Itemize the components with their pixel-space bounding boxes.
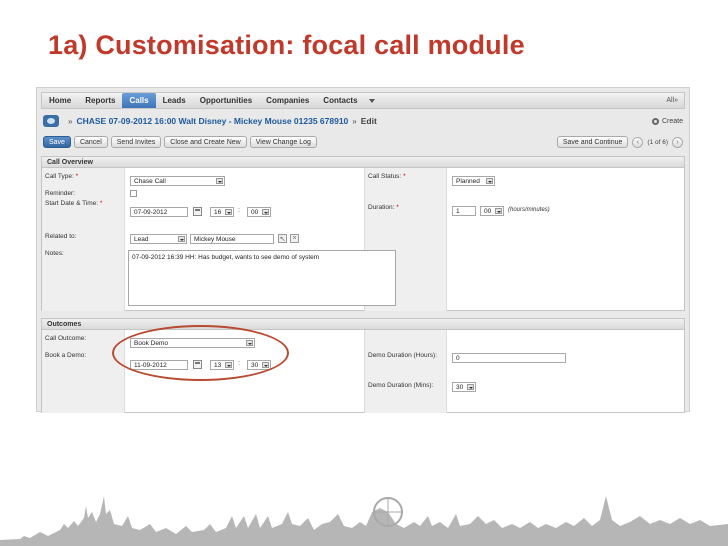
call-type-label: Call Type: * (45, 173, 79, 180)
create-link[interactable]: Create (651, 117, 683, 125)
duration-label: Duration: * (368, 204, 399, 211)
start-date-label: Start Date & Time: * (45, 200, 103, 207)
nav-all-menu[interactable]: All» (666, 97, 684, 104)
save-button[interactable]: Save (43, 136, 71, 148)
cancel-button[interactable]: Cancel (73, 136, 108, 148)
notes-label: Notes: (45, 250, 64, 257)
nav-opportunities[interactable]: Opportunities (193, 93, 259, 108)
call-overview-panel: Call Overview Call Type: * Chase Call Re… (41, 156, 685, 311)
call-overview-heading: Call Overview (42, 157, 684, 168)
highlight-ring (112, 325, 289, 381)
call-status-label: Call Status: * (368, 173, 406, 180)
clear-icon[interactable]: × (290, 234, 299, 243)
start-date-input[interactable]: 07-09-2012 (130, 207, 188, 217)
related-to-label: Related to: (45, 233, 77, 240)
related-type-select[interactable]: Lead (130, 234, 187, 244)
record-header: » CHASE 07-09-2012 16:00 Walt Disney - M… (43, 114, 683, 128)
duration-hint: (hours/minutes) (508, 207, 550, 213)
duration-hours-input[interactable]: 1 (452, 206, 476, 216)
record-title[interactable]: CHASE 07-09-2012 16:00 Walt Disney - Mic… (76, 116, 348, 126)
demo-duration-hours-input[interactable]: 0 (452, 353, 566, 363)
outcomes-heading: Outcomes (42, 319, 684, 330)
city-skyline-graphic (0, 496, 728, 546)
gear-icon (651, 117, 659, 125)
reminder-checkbox[interactable] (130, 190, 137, 197)
save-and-continue-button[interactable]: Save and Continue (556, 136, 629, 148)
related-name-input[interactable]: Mickey Mouse (190, 234, 274, 244)
demo-duration-mins-label: Demo Duration (Mins): (368, 382, 434, 389)
duration-minutes-select[interactable]: 00 (480, 206, 504, 216)
nav-leads[interactable]: Leads (156, 93, 193, 108)
book-demo-label: Book a Demo: (45, 352, 87, 359)
slide-title: 1a) Customisation: focal call module (48, 30, 525, 60)
demo-duration-hours-label: Demo Duration (Hours): (368, 352, 437, 359)
nav-reports[interactable]: Reports (78, 93, 122, 108)
calendar-icon[interactable] (193, 207, 202, 216)
start-minute-select[interactable]: 00 (247, 207, 271, 217)
pager-count: (1 of 6) (647, 138, 668, 146)
action-toolbar: Save Cancel Send Invites Close and Creat… (43, 135, 683, 149)
nav-contacts[interactable]: Contacts (316, 93, 364, 108)
call-status-select[interactable]: Planned (452, 176, 495, 186)
top-navigation: Home Reports Calls Leads Opportunities C… (41, 92, 685, 109)
start-hour-select[interactable]: 16 (210, 207, 234, 217)
demo-duration-mins-select[interactable]: 30 (452, 382, 476, 392)
view-change-log-button[interactable]: View Change Log (249, 136, 317, 148)
record-edit-label: Edit (360, 116, 377, 126)
send-invites-button[interactable]: Send Invites (110, 136, 162, 148)
prev-record-icon[interactable]: ‹ (632, 136, 644, 148)
close-create-new-button[interactable]: Close and Create New (164, 136, 247, 148)
call-type-select[interactable]: Chase Call (130, 176, 225, 186)
call-outcome-label: Call Outcome: (45, 335, 87, 342)
nav-home[interactable]: Home (42, 93, 78, 108)
nav-calls[interactable]: Calls (122, 93, 156, 108)
next-record-icon[interactable]: › (672, 136, 683, 148)
select-record-icon[interactable]: ↖ (278, 234, 287, 243)
phone-icon (43, 115, 59, 127)
reminder-label: Reminder: (45, 190, 75, 197)
more-menu-caret-icon[interactable] (368, 98, 375, 103)
notes-textarea[interactable]: 07-09-2012 16:39 HH: Has budget, wants t… (128, 250, 396, 306)
nav-companies[interactable]: Companies (259, 93, 316, 108)
